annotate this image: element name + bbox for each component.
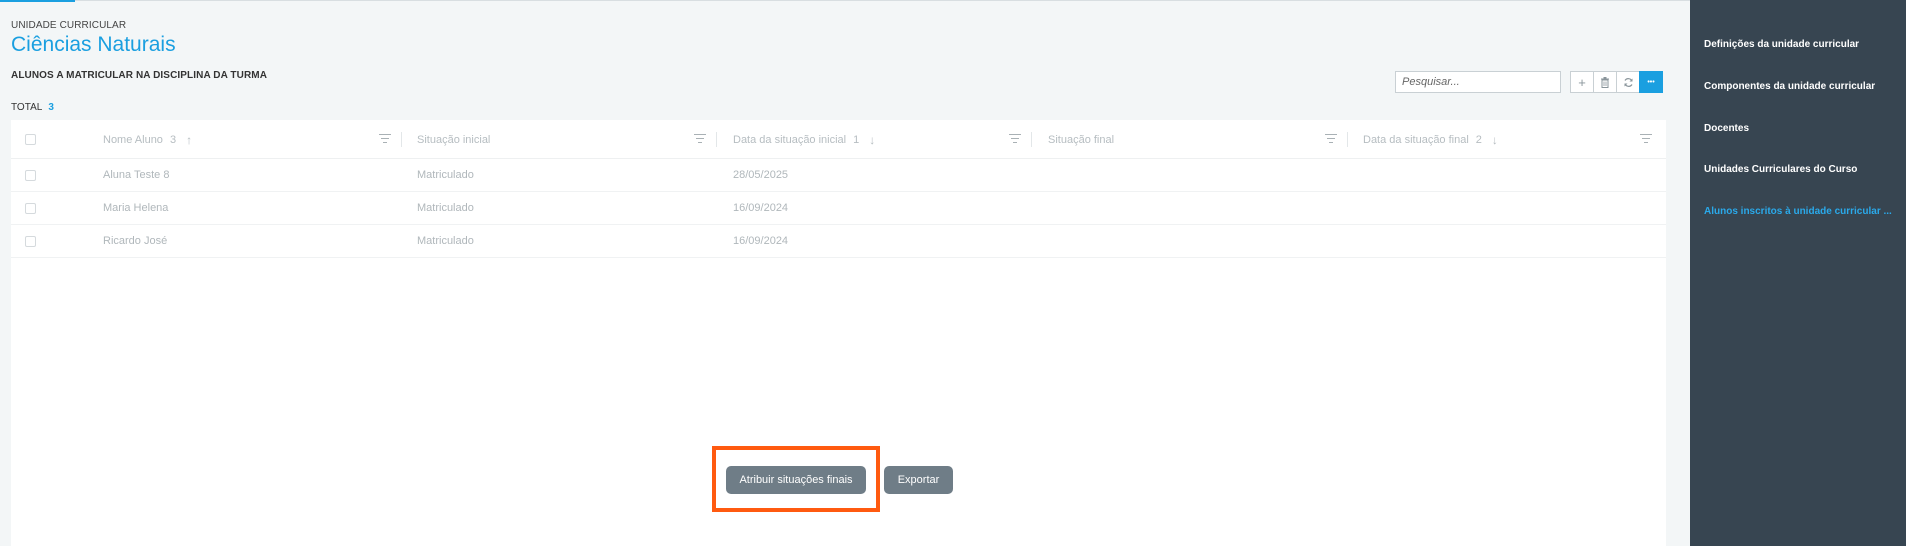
sidebar-item-docentes[interactable]: Docentes <box>1704 123 1749 134</box>
cell-situacao-inicial: Matriculado <box>417 169 474 181</box>
toolbar-buttons: + ••• <box>1570 71 1663 93</box>
row-checkbox[interactable] <box>25 170 36 181</box>
table-row[interactable]: Maria Helena Matriculado 16/09/2024 <box>11 192 1666 225</box>
add-button[interactable]: + <box>1570 71 1594 93</box>
row-checkbox[interactable] <box>25 236 36 247</box>
filter-icon[interactable] <box>1009 134 1021 144</box>
cell-data-situacao-inicial: 16/09/2024 <box>733 202 789 214</box>
sort-order: 2 <box>1475 133 1482 146</box>
sort-arrow-down-icon: ↓ <box>869 132 876 147</box>
export-button[interactable]: Exportar <box>884 466 953 494</box>
sort-arrow-up-icon: ↑ <box>186 132 193 147</box>
right-sidebar: Definições da unidade curricular Compone… <box>1690 0 1906 546</box>
column-header-situacao-final[interactable]: Situação final <box>1048 120 1114 159</box>
column-header-nome-aluno[interactable]: Nome Aluno 3 ↑ <box>103 120 192 159</box>
filter-icon[interactable] <box>379 134 391 144</box>
more-button[interactable]: ••• <box>1639 71 1663 93</box>
table-row[interactable]: Ricardo José Matriculado 16/09/2024 <box>11 225 1666 258</box>
column-label: Nome Aluno <box>103 133 163 146</box>
column-header-situacao-inicial[interactable]: Situação inicial <box>417 120 490 159</box>
filter-icon[interactable] <box>1640 134 1652 144</box>
total-label: TOTAL <box>11 102 43 113</box>
table-header: Nome Aluno 3 ↑ Situação inicial Data da … <box>11 120 1666 159</box>
sort-order: 3 <box>169 133 177 146</box>
section-title: ALUNOS A MATRICULAR NA DISCIPLINA DA TUR… <box>11 70 268 81</box>
sort-arrow-down-icon: ↓ <box>1491 132 1498 147</box>
sort-order: 1 <box>853 133 860 146</box>
column-header-data-situacao-inicial[interactable]: Data da situação inicial 1 ↓ <box>733 120 875 159</box>
refresh-icon <box>1623 77 1633 87</box>
cell-data-situacao-inicial: 16/09/2024 <box>733 235 789 247</box>
total-count: TOTAL 3 <box>11 102 54 113</box>
sidebar-item-unidades-curso[interactable]: Unidades Curriculares do Curso <box>1704 164 1857 175</box>
sidebar-item-componentes[interactable]: Componentes da unidade curricular <box>1704 81 1875 92</box>
column-label: Situação inicial <box>417 133 491 146</box>
plus-icon: + <box>1578 74 1586 90</box>
cell-situacao-inicial: Matriculado <box>417 235 474 247</box>
assign-final-situations-button[interactable]: Atribuir situações finais <box>726 466 866 494</box>
column-separator[interactable] <box>401 132 402 147</box>
table-row[interactable]: Aluna Teste 8 Matriculado 28/05/2025 <box>11 159 1666 192</box>
column-header-data-situacao-final[interactable]: Data da situação final 2 ↓ <box>1363 120 1498 159</box>
search-input[interactable] <box>1395 71 1561 93</box>
total-value: 3 <box>48 102 54 113</box>
cell-situacao-inicial: Matriculado <box>417 202 474 214</box>
more-icon: ••• <box>1647 78 1655 86</box>
cell-nome-aluno: Maria Helena <box>103 202 169 214</box>
action-bar: Atribuir situações finais Exportar <box>0 466 1690 496</box>
cell-data-situacao-inicial: 28/05/2025 <box>733 169 789 181</box>
column-separator[interactable] <box>1031 132 1032 147</box>
delete-button[interactable] <box>1593 71 1617 93</box>
column-separator[interactable] <box>716 132 717 147</box>
filter-icon[interactable] <box>1325 134 1337 144</box>
page-eyebrow: UNIDADE CURRICULAR <box>11 20 127 31</box>
column-label: Data da situação final <box>1363 133 1469 146</box>
cell-nome-aluno: Aluna Teste 8 <box>103 169 170 181</box>
refresh-button[interactable] <box>1616 71 1640 93</box>
select-all-checkbox[interactable] <box>25 134 36 145</box>
trash-icon <box>1601 76 1609 88</box>
sidebar-item-definicoes[interactable]: Definições da unidade curricular <box>1704 39 1859 50</box>
column-separator[interactable] <box>1347 132 1348 147</box>
cell-nome-aluno: Ricardo José <box>103 235 168 247</box>
page-title: Ciências Naturais <box>11 33 176 56</box>
column-label: Data da situação inicial <box>733 133 847 146</box>
main-content: UNIDADE CURRICULAR Ciências Naturais ALU… <box>0 0 1690 546</box>
filter-icon[interactable] <box>694 134 706 144</box>
column-label: Situação final <box>1048 133 1115 146</box>
sidebar-item-alunos-inscritos[interactable]: Alunos inscritos à unidade curricular ..… <box>1704 206 1892 217</box>
row-checkbox[interactable] <box>25 203 36 214</box>
